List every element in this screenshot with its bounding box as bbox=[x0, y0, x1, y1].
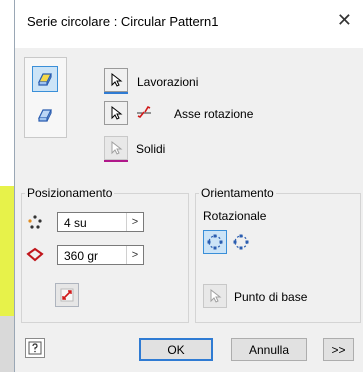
close-icon[interactable]: ✕ bbox=[337, 10, 352, 31]
base-point-select-button[interactable] bbox=[203, 284, 227, 308]
circular-pattern-dialog: Serie circolare : Circular Pattern1 ✕ La… bbox=[14, 0, 363, 372]
rotational-pattern-icon bbox=[207, 234, 223, 250]
features-select-button[interactable] bbox=[104, 68, 128, 92]
help-icon bbox=[28, 341, 42, 355]
flip-pattern-icon bbox=[60, 288, 74, 302]
axis-select-button[interactable] bbox=[104, 101, 128, 125]
solid-body-icon bbox=[38, 109, 52, 122]
features-select-underline bbox=[104, 92, 128, 94]
pointer-arrow-icon bbox=[111, 141, 123, 155]
title-bar: Serie circolare : Circular Pattern1 ✕ bbox=[15, 0, 363, 48]
more-options-button[interactable]: >> bbox=[323, 338, 354, 361]
cancel-button[interactable]: Annulla bbox=[231, 338, 307, 361]
background-window-corner bbox=[0, 316, 14, 372]
pattern-mode-box bbox=[24, 57, 67, 138]
feature-solid-icon bbox=[38, 73, 52, 86]
angle-icon bbox=[23, 243, 47, 267]
count-menu-arrow[interactable]: > bbox=[126, 213, 143, 231]
angle-input[interactable]: 360 gr > bbox=[57, 245, 144, 265]
fixed-pattern-icon bbox=[233, 234, 249, 250]
pointer-arrow-icon bbox=[111, 73, 123, 87]
pointer-arrow-icon bbox=[210, 289, 222, 303]
ok-button[interactable]: OK bbox=[139, 338, 213, 361]
axis-label: Asse rotazione bbox=[174, 107, 254, 121]
flip-direction-icon bbox=[137, 105, 151, 119]
pointer-arrow-icon bbox=[111, 106, 123, 120]
rotational-orientation-button[interactable] bbox=[203, 230, 227, 254]
count-icon bbox=[23, 210, 47, 234]
pattern-solids-mode-button[interactable] bbox=[32, 102, 58, 128]
direction-flip-button[interactable] bbox=[55, 283, 79, 307]
count-value: 4 su bbox=[64, 216, 87, 230]
solids-select-underline bbox=[104, 160, 128, 162]
flip-axis-button[interactable] bbox=[132, 101, 156, 125]
count-input[interactable]: 4 su > bbox=[57, 212, 144, 232]
dialog-title: Serie circolare : Circular Pattern1 bbox=[27, 14, 219, 29]
base-point-label: Punto di base bbox=[234, 290, 308, 304]
orientation-group-label: Orientamento bbox=[199, 186, 276, 200]
rotational-label: Rotazionale bbox=[203, 209, 267, 223]
background-highlight bbox=[0, 186, 14, 316]
solids-select-button[interactable] bbox=[104, 136, 128, 160]
help-button[interactable] bbox=[25, 338, 45, 358]
angle-value: 360 gr bbox=[64, 249, 99, 263]
angle-menu-arrow[interactable]: > bbox=[126, 246, 143, 264]
pattern-features-mode-button[interactable] bbox=[32, 66, 58, 92]
fixed-orientation-button[interactable] bbox=[229, 230, 253, 254]
features-label: Lavorazioni bbox=[137, 75, 199, 89]
positioning-group-label: Posizionamento bbox=[25, 186, 115, 200]
solids-label: Solidi bbox=[136, 142, 166, 156]
